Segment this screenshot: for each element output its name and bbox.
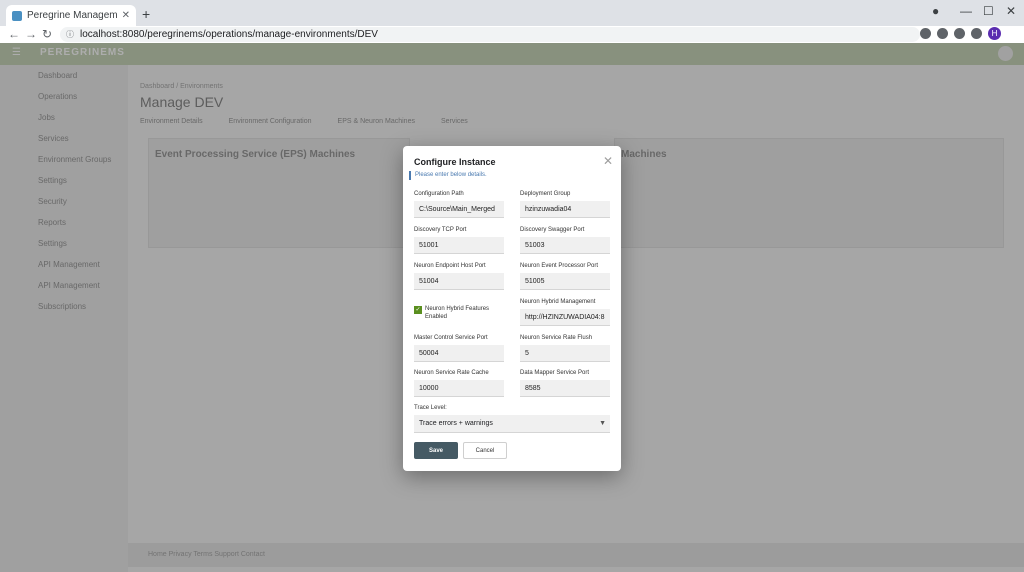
discovery-swagger-port-field: Discovery Swagger Port 51003 xyxy=(520,225,610,254)
neuron-service-rate-cache-input[interactable]: 10000 xyxy=(414,380,504,397)
record-icon[interactable]: ● xyxy=(932,4,939,18)
field-label: Neuron Service Rate Cache xyxy=(414,370,489,376)
neuron-event-processor-port-field: Neuron Event Processor Port 51005 xyxy=(520,261,610,290)
field-label: Discovery TCP Port xyxy=(414,227,467,233)
checkbox-checked-icon[interactable]: ✓ xyxy=(414,306,422,314)
browser-toolbar: ← → ↻ ⓘ localhost:8080/peregrinems/opera… xyxy=(0,26,1024,43)
checkbox-label: Neuron Hybrid Features Enabled xyxy=(425,306,490,320)
save-button[interactable]: Save xyxy=(414,442,458,459)
trace-level-select[interactable]: Trace errors + warnings ▼ xyxy=(414,415,610,433)
master-control-service-port-field: Master Control Service Port 50004 xyxy=(414,333,504,362)
discovery-tcp-port-field: Discovery TCP Port 51001 xyxy=(414,225,504,254)
hybrid-features-checkbox-row[interactable]: ✓ Neuron Hybrid Features Enabled xyxy=(414,305,506,321)
configuration-path-field: Configuration Path C:\Source\Main_Merged xyxy=(414,189,504,218)
data-mapper-service-port-input[interactable]: 8585 xyxy=(520,380,610,397)
tab-title: Peregrine Management Portal xyxy=(27,10,117,21)
chevron-down-icon: ▼ xyxy=(599,420,606,427)
cancel-button[interactable]: Cancel xyxy=(463,442,507,459)
field-label: Master Control Service Port xyxy=(414,335,488,341)
extension-icon[interactable] xyxy=(920,28,931,39)
discovery-swagger-port-input[interactable]: 51003 xyxy=(520,237,610,254)
extension-icon[interactable] xyxy=(954,28,965,39)
reload-icon[interactable]: ↻ xyxy=(42,27,52,41)
master-control-service-port-input[interactable]: 50004 xyxy=(414,345,504,362)
field-label: Neuron Event Processor Port xyxy=(520,263,599,269)
field-label: Discovery Swagger Port xyxy=(520,227,585,233)
info-icon: ⓘ xyxy=(66,30,74,39)
close-icon[interactable]: ✕ xyxy=(122,10,130,21)
neuron-service-rate-cache-field: Neuron Service Rate Cache 10000 xyxy=(414,368,504,397)
field-label: Neuron Endpoint Host Port xyxy=(414,263,486,269)
url-text: localhost:8080/peregrinems/operations/ma… xyxy=(80,29,378,40)
neuron-event-processor-port-input[interactable]: 51005 xyxy=(520,273,610,290)
configure-instance-dialog: Configure Instance ✕ Please enter below … xyxy=(403,146,621,471)
close-icon[interactable]: ✕ xyxy=(603,154,613,168)
extension-icon[interactable] xyxy=(937,28,948,39)
favicon-icon xyxy=(12,10,22,21)
dialog-title: Configure Instance xyxy=(414,157,496,167)
field-label: Configuration Path xyxy=(414,191,464,197)
neuron-hybrid-management-field: Neuron Hybrid Management http://HZINZUWA… xyxy=(520,297,610,326)
neuron-endpoint-host-port-input[interactable]: 51004 xyxy=(414,273,504,290)
profile-avatar[interactable]: H xyxy=(988,27,1001,40)
minimize-icon[interactable]: — xyxy=(960,4,972,18)
forward-icon[interactable]: → xyxy=(25,27,37,41)
browser-tab[interactable]: Peregrine Management Portal ✕ xyxy=(6,5,136,26)
puzzle-icon[interactable] xyxy=(971,28,982,39)
deployment-group-input[interactable]: hzinzuwadia04 xyxy=(520,201,610,218)
data-mapper-service-port-field: Data Mapper Service Port 8585 xyxy=(520,368,610,397)
neuron-service-rate-flush-input[interactable]: 5 xyxy=(520,345,610,362)
browser-tabstrip: Peregrine Management Portal ✕ + ● — ☐ ✕ xyxy=(0,0,1024,26)
field-label: Neuron Service Rate Flush xyxy=(520,335,593,341)
back-icon[interactable]: ← xyxy=(8,27,20,41)
trace-level-value: Trace errors + warnings xyxy=(419,420,493,427)
discovery-tcp-port-input[interactable]: 51001 xyxy=(414,237,504,254)
neuron-hybrid-management-input[interactable]: http://HZINZUWADIA04:8 xyxy=(520,309,610,326)
dialog-subtitle: Please enter below details. xyxy=(409,171,487,180)
field-label: Neuron Hybrid Management xyxy=(520,299,596,305)
field-label: Deployment Group xyxy=(520,191,571,197)
address-bar[interactable]: ⓘ localhost:8080/peregrinems/operations/… xyxy=(60,27,920,42)
field-label: Data Mapper Service Port xyxy=(520,370,590,376)
deployment-group-field: Deployment Group hzinzuwadia04 xyxy=(520,189,610,218)
neuron-endpoint-host-port-field: Neuron Endpoint Host Port 51004 xyxy=(414,261,504,290)
window-close-icon[interactable]: ✕ xyxy=(1006,4,1016,18)
new-tab-icon[interactable]: + xyxy=(142,6,150,22)
neuron-service-rate-flush-field: Neuron Service Rate Flush 5 xyxy=(520,333,610,362)
trace-level-label: Trace Level: xyxy=(414,405,447,411)
configuration-path-input[interactable]: C:\Source\Main_Merged xyxy=(414,201,504,218)
maximize-icon[interactable]: ☐ xyxy=(983,4,994,18)
